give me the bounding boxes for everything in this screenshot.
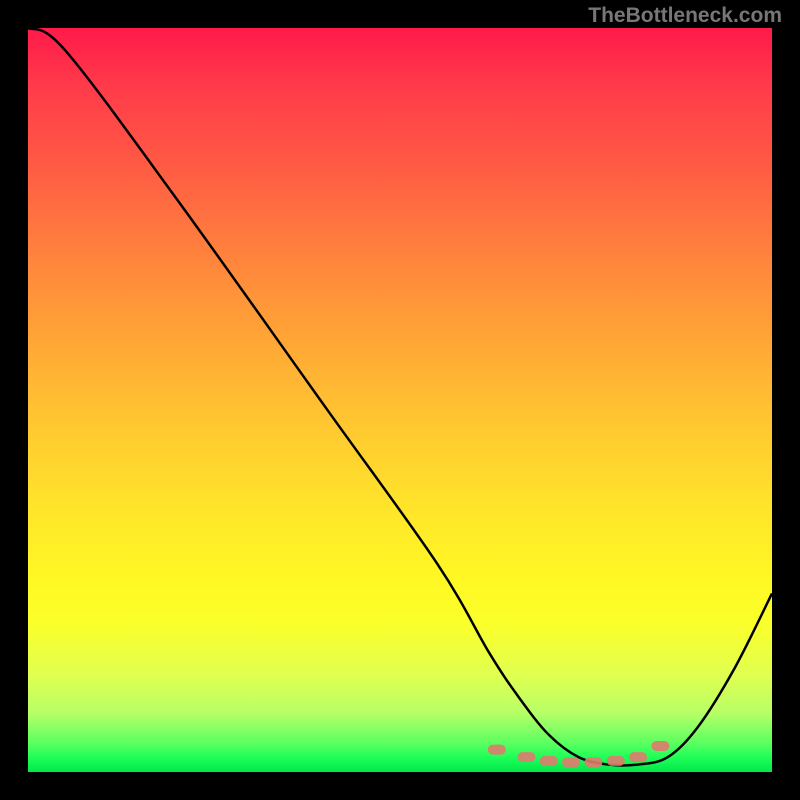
chart-background [28,28,772,772]
watermark-text: TheBottleneck.com [588,4,782,28]
